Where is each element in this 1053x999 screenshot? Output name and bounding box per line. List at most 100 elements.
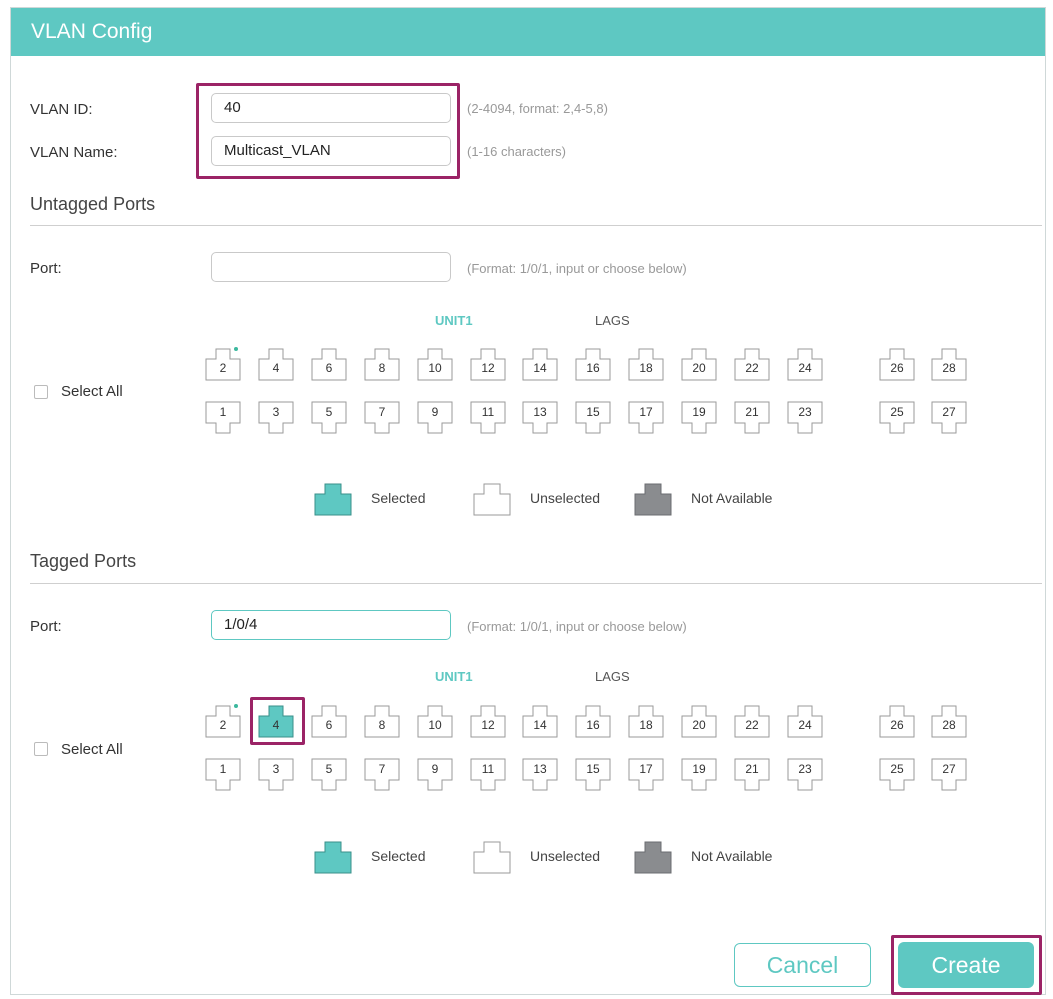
port-number: 14 [533,718,547,732]
port-18[interactable]: 18 [628,347,664,381]
port-25[interactable]: 25 [879,401,915,435]
port-17[interactable]: 17 [628,758,664,792]
tagged-select-all-label[interactable]: Select All [61,741,123,758]
port-2[interactable]: 2 [205,704,241,738]
port-14[interactable]: 14 [522,704,558,738]
unselected-legend-icon [473,840,511,874]
port-number: 26 [890,718,904,732]
port-number: 15 [586,405,600,419]
port-22[interactable]: 22 [734,704,770,738]
untagged-select-all-label[interactable]: Select All [61,383,123,400]
port-22[interactable]: 22 [734,347,770,381]
port-23[interactable]: 23 [787,401,823,435]
port-26[interactable]: 26 [879,704,915,738]
port-8[interactable]: 8 [364,704,400,738]
tagged-select-all-checkbox[interactable] [34,742,48,756]
port-20[interactable]: 20 [681,704,717,738]
port-number: 5 [325,405,333,419]
port-21[interactable]: 21 [734,401,770,435]
tagged-ports-title: Tagged Ports [30,551,137,571]
port-9[interactable]: 9 [417,758,453,792]
port-number: 20 [692,361,706,375]
not-available-legend-label: Not Available [691,490,773,506]
port-7[interactable]: 7 [364,758,400,792]
port-16[interactable]: 16 [575,704,611,738]
port-7[interactable]: 7 [364,401,400,435]
port-16[interactable]: 16 [575,347,611,381]
port-19[interactable]: 19 [681,401,717,435]
port-9[interactable]: 9 [417,401,453,435]
dialog-titlebar: VLAN Config [11,8,1045,56]
port-15[interactable]: 15 [575,758,611,792]
port-number: 5 [325,762,333,776]
unselected-legend-icon [473,482,511,516]
not-available-legend-icon [634,482,672,516]
port-number: 28 [942,361,956,375]
port-2[interactable]: 2 [205,347,241,381]
tagged-divider [30,583,1042,584]
port-21[interactable]: 21 [734,758,770,792]
port-6[interactable]: 6 [311,347,347,381]
port-28[interactable]: 28 [931,347,967,381]
vlan-id-label: VLAN ID: [30,101,93,118]
port-1[interactable]: 1 [205,401,241,435]
port-5[interactable]: 5 [311,401,347,435]
port-number: 8 [378,718,386,732]
port-24[interactable]: 24 [787,704,823,738]
untagged-select-all-checkbox[interactable] [34,385,48,399]
tagged-port-hint: (Format: 1/0/1, input or choose below) [467,619,687,634]
port-4[interactable]: 4 [258,347,294,381]
port-25[interactable]: 25 [879,758,915,792]
port-number: 3 [272,405,280,419]
port-5[interactable]: 5 [311,758,347,792]
port-11[interactable]: 11 [470,758,506,792]
port-15[interactable]: 15 [575,401,611,435]
port-6[interactable]: 6 [311,704,347,738]
port-18[interactable]: 18 [628,704,664,738]
untagged-divider [30,225,1042,226]
tagged-port-input[interactable]: 1/0/4 [211,610,451,640]
port-8[interactable]: 8 [364,347,400,381]
untagged-lags-label[interactable]: LAGS [595,313,630,328]
port-number: 23 [798,762,812,776]
port-24[interactable]: 24 [787,347,823,381]
port-10[interactable]: 10 [417,347,453,381]
port-number: 21 [745,762,759,776]
port-number: 22 [745,361,759,375]
port-12[interactable]: 12 [470,704,506,738]
not-available-legend-label: Not Available [691,848,773,864]
port-number: 13 [533,762,547,776]
port-27[interactable]: 27 [931,758,967,792]
selected-legend-label: Selected [371,848,426,864]
port-number: 17 [639,405,653,419]
port-11[interactable]: 11 [470,401,506,435]
port-3[interactable]: 3 [258,401,294,435]
unselected-legend-label: Unselected [530,490,601,506]
port-number: 27 [942,405,956,419]
port-number: 7 [378,762,386,776]
port-13[interactable]: 13 [522,401,558,435]
port-number: 1 [219,405,227,419]
create-button-highlight [891,935,1042,995]
port-19[interactable]: 19 [681,758,717,792]
port-number: 16 [586,718,600,732]
untagged-port-input[interactable] [211,252,451,282]
port-14[interactable]: 14 [522,347,558,381]
port-1[interactable]: 1 [205,758,241,792]
port-17[interactable]: 17 [628,401,664,435]
port-number: 14 [533,361,547,375]
port-26[interactable]: 26 [879,347,915,381]
port-27[interactable]: 27 [931,401,967,435]
port-number: 1 [219,762,227,776]
cancel-button[interactable]: Cancel [734,943,871,987]
port-23[interactable]: 23 [787,758,823,792]
port-10[interactable]: 10 [417,704,453,738]
port-20[interactable]: 20 [681,347,717,381]
port-number: 4 [272,361,280,375]
port-12[interactable]: 12 [470,347,506,381]
tagged-lags-label[interactable]: LAGS [595,669,630,684]
untagged-port-label: Port: [30,260,62,277]
port-13[interactable]: 13 [522,758,558,792]
port-3[interactable]: 3 [258,758,294,792]
port-28[interactable]: 28 [931,704,967,738]
